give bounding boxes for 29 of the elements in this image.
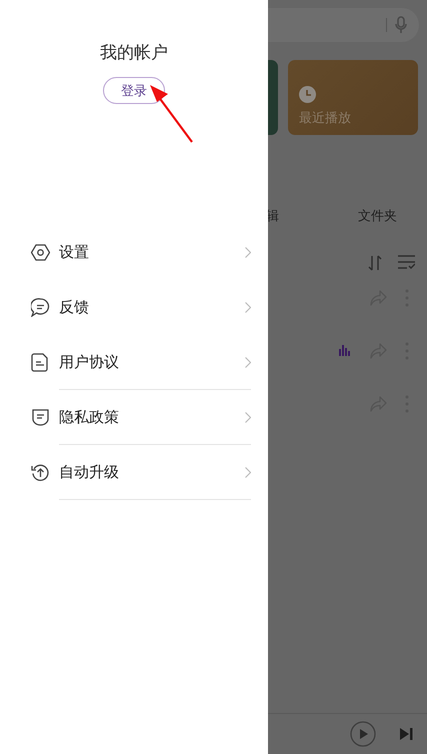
list-icon[interactable] bbox=[398, 255, 415, 269]
clock-icon bbox=[299, 86, 316, 103]
chevron-icon bbox=[245, 247, 251, 258]
chevron-icon bbox=[245, 412, 251, 423]
account-title: 我的帐户 bbox=[100, 42, 168, 64]
refresh-icon bbox=[31, 463, 50, 482]
menu-label: 用户协议 bbox=[59, 353, 120, 372]
chat-bubble-icon bbox=[31, 298, 50, 317]
chevron-icon bbox=[245, 357, 251, 368]
shield-icon bbox=[31, 408, 50, 427]
chevron-icon bbox=[245, 467, 251, 478]
chevron-icon bbox=[245, 302, 251, 313]
menu-label: 设置 bbox=[59, 243, 90, 262]
login-button[interactable]: 登录 bbox=[103, 77, 165, 104]
sort-icon[interactable] bbox=[368, 255, 382, 271]
menu-label: 隐私政策 bbox=[59, 408, 120, 427]
settings-icon bbox=[31, 243, 50, 262]
menu-item[interactable]: 隐私政策 bbox=[0, 390, 268, 445]
menu-label: 反馈 bbox=[59, 298, 90, 317]
next-icon[interactable] bbox=[400, 728, 413, 740]
document-icon bbox=[31, 353, 50, 372]
menu-label: 自动升级 bbox=[59, 463, 120, 482]
microphone-icon[interactable] bbox=[395, 16, 407, 34]
menu-item[interactable]: 自动升级 bbox=[0, 445, 268, 500]
menu-item[interactable]: 反馈 bbox=[0, 280, 268, 335]
play-icon[interactable] bbox=[350, 721, 376, 747]
menu-item[interactable]: 设置 bbox=[0, 225, 268, 280]
menu-item[interactable]: 用户协议 bbox=[0, 335, 268, 390]
annotation-arrow bbox=[148, 84, 196, 144]
